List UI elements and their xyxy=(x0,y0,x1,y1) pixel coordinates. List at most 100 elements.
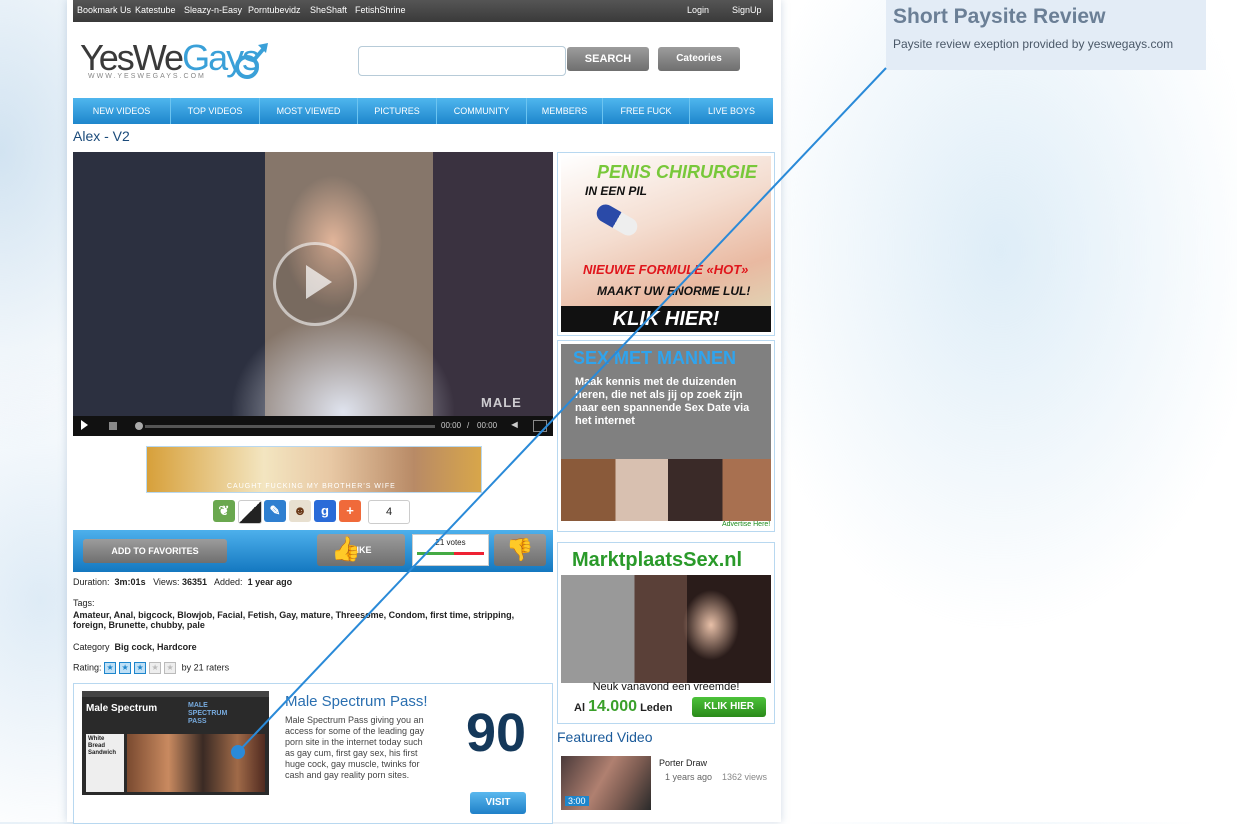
video-title: Alex - V2 xyxy=(73,128,130,144)
share-digg-icon[interactable]: ✎ xyxy=(264,500,286,522)
video-player[interactable]: MALE 00:00 / 00:00 ◄ xyxy=(73,152,553,436)
featured-views: 1362 views xyxy=(722,772,768,782)
share-more-icon[interactable]: + xyxy=(339,500,361,522)
stop-icon[interactable] xyxy=(109,422,117,430)
main-nav: NEW VIDEOS TOP VIDEOS MOST VIEWED PICTUR… xyxy=(73,98,773,124)
annotation-subtitle: Paysite review exeption provided by yesw… xyxy=(893,37,1174,51)
thumb-title: White Bread Sandwich xyxy=(88,736,117,756)
share-google-icon[interactable]: g xyxy=(314,500,336,522)
advertise-link[interactable]: Advertise Here! xyxy=(722,521,770,528)
login-link[interactable]: Login xyxy=(687,5,709,15)
review-annotation: Short Paysite Review Paysite review exep… xyxy=(886,0,1206,70)
votes-bar-positive xyxy=(417,552,454,555)
thumb-photos xyxy=(127,734,265,792)
search-button[interactable]: SEARCH xyxy=(567,47,649,71)
tags-line-2[interactable]: foreign, Brunette, chubby, pale xyxy=(73,620,205,630)
logo-text-a: YesWe xyxy=(80,37,184,78)
nav-most-viewed[interactable]: MOST VIEWED xyxy=(260,98,358,124)
nav-community[interactable]: COMMUNITY xyxy=(437,98,527,124)
share-leaf-icon[interactable]: ❦ xyxy=(213,500,235,522)
rating-star-icon[interactable]: ★ xyxy=(119,662,132,674)
review-thumbnail[interactable]: Male Spectrum MALE SPECTRUM PASS White B… xyxy=(82,691,269,795)
thumb-logo: Male Spectrum xyxy=(86,703,158,714)
topbar-link-fetishshrine[interactable]: FetishShrine xyxy=(355,5,406,15)
featured-duration: 3:00 xyxy=(565,796,589,806)
ad1-line2: IN EEN PIL xyxy=(585,184,648,198)
seek-bar[interactable] xyxy=(145,425,435,428)
views-label: Views: xyxy=(153,577,180,587)
side-ad-sex-met-mannen[interactable]: SEX MET MANNEN Maak kennis met de duizen… xyxy=(557,340,775,532)
dislike-button[interactable]: 👎 xyxy=(494,534,546,566)
thumbs-up-icon: 👍 xyxy=(331,536,361,563)
topbar-link-sleazy[interactable]: Sleazy-n-Easy xyxy=(184,5,242,15)
featured-thumbnail[interactable]: 3:00 xyxy=(561,756,651,810)
topbar-link-bookmark[interactable]: Bookmark Us xyxy=(77,5,131,15)
visit-button[interactable]: VISIT xyxy=(470,792,526,814)
rating-star-icon[interactable]: ★ xyxy=(149,662,162,674)
side-ad-penis[interactable]: PENIS CHIRURGIE IN EEN PIL NIEUWE FORMUL… xyxy=(557,152,775,336)
nav-new-videos[interactable]: NEW VIDEOS xyxy=(73,98,171,124)
ad3-brand: MarktplaatsSex.nl xyxy=(572,549,743,571)
duration-value: 3m:01s xyxy=(114,577,146,587)
added-label: Added: xyxy=(214,577,243,587)
side-ad-marktplaatssex[interactable]: MarktplaatsSex.nl Neuk vanavond een vree… xyxy=(557,542,775,724)
paysite-review: Male Spectrum MALE SPECTRUM PASS White B… xyxy=(73,683,553,824)
ad3-members: Al 14.000 Leden xyxy=(574,698,672,716)
gender-symbol-icon xyxy=(235,43,268,79)
player-controls: 00:00 / 00:00 ◄ xyxy=(73,416,553,436)
featured-heading: Featured Video xyxy=(557,729,653,745)
votes-bar xyxy=(417,552,484,555)
action-bar: ADD TO FAVORITES 👍 LIKE 21 votes 👎 xyxy=(73,530,553,572)
top-bar: Bookmark Us Katestube Sleazy-n-Easy Porn… xyxy=(73,0,773,22)
ad1-line4: MAAKT UW ENORME LUL! xyxy=(597,284,751,298)
featured-title[interactable]: Porter Draw xyxy=(659,758,707,768)
video-banner-ad[interactable]: CAUGHT FUCKING MY BROTHER'S WIFE xyxy=(146,446,482,493)
topbar-link-katestube[interactable]: Katestube xyxy=(135,5,176,15)
rating-star-icon[interactable]: ★ xyxy=(104,662,117,674)
signup-link[interactable]: SignUp xyxy=(732,5,762,15)
banner-caption: CAUGHT FUCKING MY BROTHER'S WIFE xyxy=(227,483,396,490)
volume-icon[interactable]: ◄ xyxy=(509,419,520,431)
play-overlay-icon[interactable] xyxy=(273,242,357,326)
ad1-line3: NIEUWE FORMULE «HOT» xyxy=(583,262,749,277)
video-watermark: MALE xyxy=(481,395,522,410)
site-logo[interactable]: YesWeGays WWW.YESWEGAYS.COM xyxy=(80,38,272,86)
fullscreen-icon[interactable] xyxy=(533,420,547,432)
play-icon[interactable] xyxy=(81,420,88,430)
ad2-photos xyxy=(561,459,771,521)
rating-stars[interactable]: ★ ★ ★ ★ ★ xyxy=(104,662,179,674)
time-separator: / xyxy=(467,421,470,430)
ad3-cta[interactable]: KLIK HIER xyxy=(692,697,766,717)
annotation-title: Short Paysite Review xyxy=(893,5,1106,28)
category-row: Category Big cock, Hardcore xyxy=(73,642,197,652)
thumb-badge: MALE SPECTRUM PASS xyxy=(188,702,228,725)
rating-star-icon[interactable]: ★ xyxy=(164,662,177,674)
nav-members[interactable]: MEMBERS xyxy=(527,98,603,124)
share-reddit-icon[interactable]: ☻ xyxy=(289,500,311,522)
duration-label: Duration: xyxy=(73,577,110,587)
time-current: 00:00 xyxy=(441,421,462,430)
search-input[interactable] xyxy=(358,46,566,76)
category-label: Category xyxy=(73,642,110,652)
topbar-link-porntubevidz[interactable]: Porntubevidz xyxy=(248,5,301,15)
ad1-cta[interactable]: KLIK HIER! xyxy=(561,306,771,332)
category-value[interactable]: Big cock, Hardcore xyxy=(115,642,197,652)
ad1-line1: PENIS CHIRURGIE xyxy=(597,162,758,182)
seek-handle[interactable] xyxy=(135,422,143,430)
rating-row: Rating: ★ ★ ★ ★ ★ by 21 raters xyxy=(73,662,229,674)
nav-free-fuck[interactable]: FREE FUCK xyxy=(603,98,690,124)
nav-pictures[interactable]: PICTURES xyxy=(358,98,437,124)
ad3-photo xyxy=(561,575,771,683)
review-title: Male Spectrum Pass! xyxy=(285,693,428,710)
rating-star-icon[interactable]: ★ xyxy=(134,662,147,674)
add-to-favorites-button[interactable]: ADD TO FAVORITES xyxy=(83,539,227,563)
topbar-link-sheshaft[interactable]: SheShaft xyxy=(310,5,347,15)
like-button[interactable]: 👍 LIKE xyxy=(317,534,405,566)
featured-age: 1 years ago xyxy=(665,772,713,782)
share-delicious-icon[interactable] xyxy=(238,500,262,524)
thumb-menu-bar xyxy=(82,691,269,697)
nav-live-boys[interactable]: LIVE BOYS xyxy=(690,98,773,124)
nav-top-videos[interactable]: TOP VIDEOS xyxy=(171,98,260,124)
categories-button[interactable]: Cateories xyxy=(658,47,740,71)
tags-line-1[interactable]: Amateur, Anal, bigcock, Blowjob, Facial,… xyxy=(73,610,514,620)
